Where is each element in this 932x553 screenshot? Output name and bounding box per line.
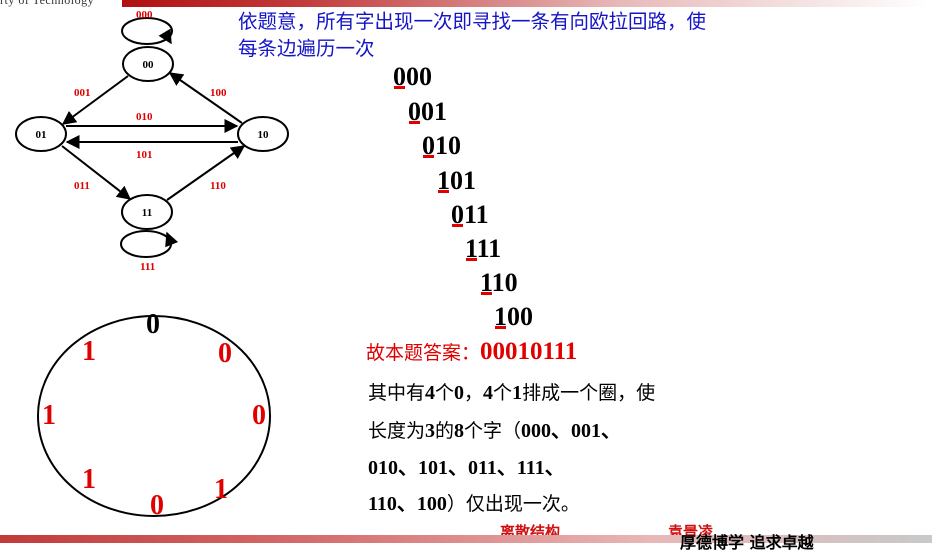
- cycle-digit: 1: [82, 336, 96, 367]
- node-01-label: 01: [36, 129, 47, 141]
- expl-text: ，: [464, 382, 484, 404]
- expl-num: 010、101、011、111、: [368, 457, 565, 479]
- cycle-digit: 0: [146, 309, 160, 340]
- node-11-label: 11: [142, 207, 152, 219]
- expl-text: 排成一个圈，使: [522, 382, 656, 404]
- edge-label-110: 110: [210, 180, 226, 192]
- expl-num: 4: [483, 382, 494, 404]
- expl-num: 8: [454, 420, 465, 442]
- cycle-digit: 0: [218, 338, 232, 369]
- cycle-digit: 0: [252, 400, 266, 431]
- cycle-digit: 1: [214, 474, 228, 505]
- intro-line-2: 每条边遍历一次: [238, 37, 375, 60]
- expl-text: 个: [435, 382, 455, 404]
- node-00-label: 00: [143, 59, 155, 71]
- edge-label-001: 001: [74, 87, 91, 99]
- cycle-digit: 1: [42, 400, 56, 431]
- cycle-digit: 1: [82, 464, 96, 495]
- intro-line-1: 依题意，所有字出现一次即寻找一条有向欧拉回路，使: [238, 10, 707, 33]
- expl-text: 个: [493, 382, 513, 404]
- edge-label-011: 011: [74, 180, 90, 192]
- word-underline: [423, 155, 434, 158]
- answer-value: 00010111: [480, 338, 578, 365]
- intro-text: 依题意，所有字出现一次即寻找一条有向欧拉回路，使 每条边遍历一次: [238, 8, 838, 62]
- answer-line: 故本题答案：00010111: [366, 338, 577, 366]
- edge-01-11: [61, 145, 132, 200]
- footer-slogan: 厚德博学 追求卓越: [680, 533, 814, 552]
- expl-num: 0: [454, 382, 465, 404]
- loop-00: [121, 17, 173, 45]
- expl-text: 的: [435, 420, 455, 442]
- cycle-digit: 0: [150, 490, 164, 521]
- explanation-line-4: 110、100）仅出现一次。: [368, 491, 788, 517]
- expl-num: 1: [512, 382, 523, 404]
- edge-00-01: [61, 75, 129, 125]
- explanation-line-2: 长度为3的8个字（000、001、: [368, 418, 788, 444]
- de-bruijn-graph: 000 00 01 10 11 111 001 100 010 101 011 …: [15, 9, 289, 273]
- edge-label-101: 101: [136, 149, 153, 161]
- expl-text: 个字（: [464, 420, 522, 442]
- expl-text: ）仅出现一次。: [446, 493, 580, 515]
- word-underline: [452, 224, 463, 227]
- node-10-label: 10: [258, 129, 270, 141]
- expl-num: 3: [425, 420, 436, 442]
- expl-num: 000、001、: [521, 420, 622, 442]
- expl-num: 4: [425, 382, 436, 404]
- answer-label: 故本题答案：: [366, 342, 481, 364]
- word-underline: [394, 86, 405, 89]
- edge-label-010: 010: [136, 111, 153, 123]
- edge-label-000: 000: [136, 9, 153, 21]
- expl-text: 长度为: [368, 420, 426, 442]
- explanation-line-1: 其中有4个0，4个1排成一个圈，使: [368, 380, 788, 406]
- edge-10-00: [168, 72, 243, 124]
- edge-label-111: 111: [140, 261, 155, 273]
- loop-11: [120, 230, 172, 258]
- cycle-ellipse: [37, 315, 271, 517]
- expl-text: 其中有: [368, 382, 426, 404]
- digit-cycle: 0 0 0 0 1 1 1 1: [37, 309, 271, 521]
- explanation-line-3: 010、101、011、111、: [368, 455, 788, 481]
- edge-label-100: 100: [210, 87, 227, 99]
- word-underline: [466, 258, 477, 261]
- edge-11-10: [166, 145, 246, 201]
- word-underline: [438, 190, 449, 193]
- word-underline: [495, 326, 506, 329]
- word-underline: [409, 121, 420, 124]
- word-underline: [481, 292, 492, 295]
- expl-num: 110、100: [368, 493, 447, 515]
